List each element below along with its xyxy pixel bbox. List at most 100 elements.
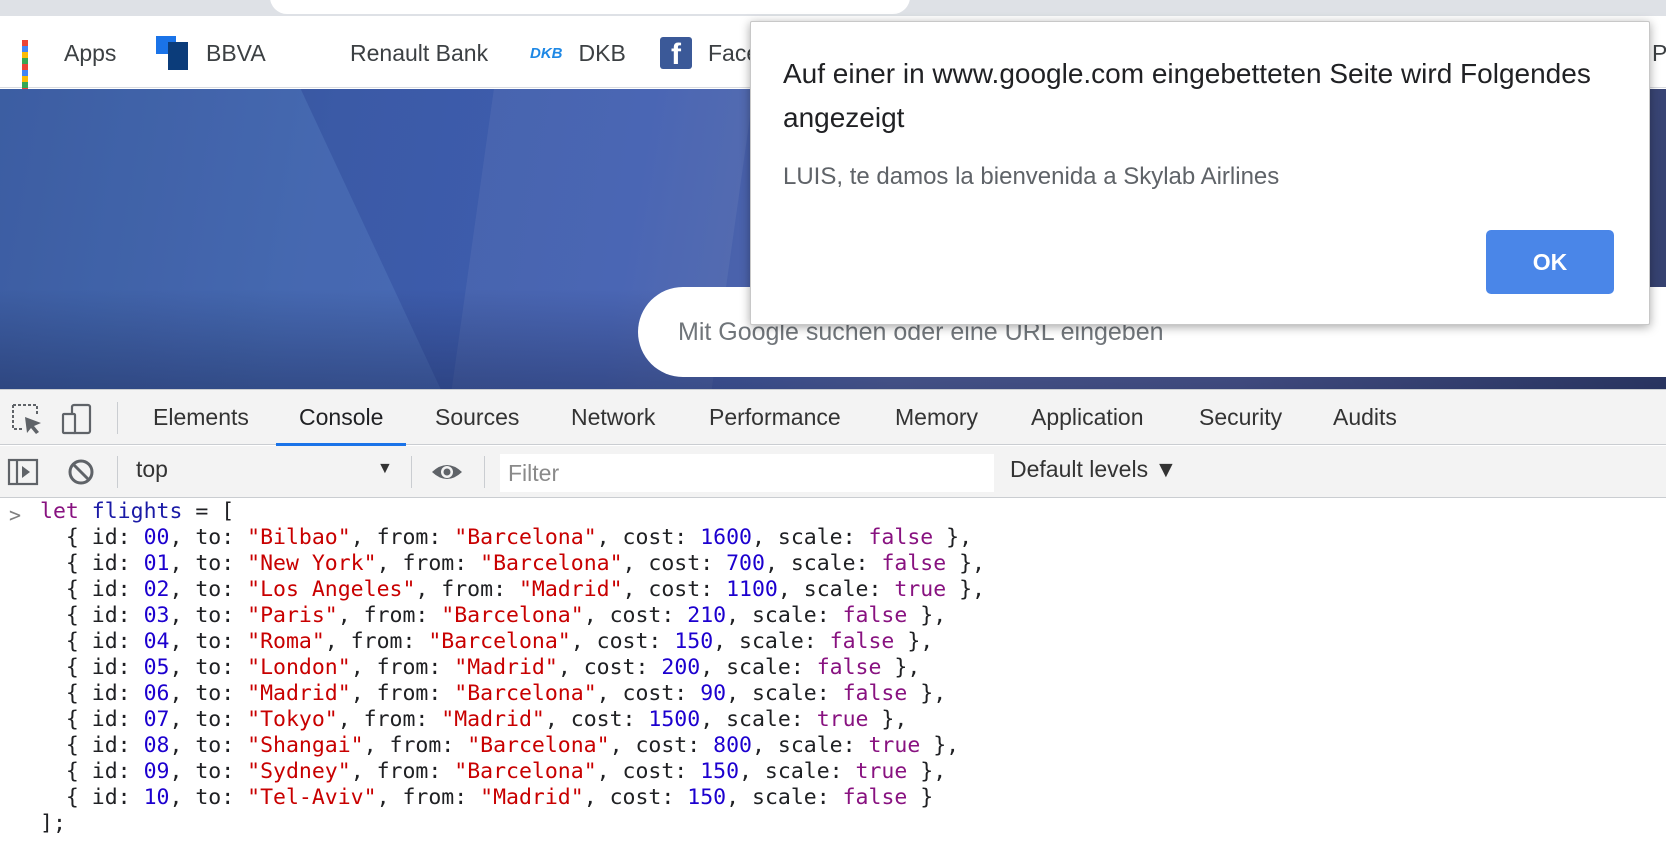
tab-application[interactable]: Application	[1008, 390, 1167, 445]
flight-cost: 90	[700, 681, 727, 706]
code-punctuation: , cost:	[570, 629, 675, 654]
flight-from: "Madrid"	[480, 785, 584, 810]
show-sidebar-icon[interactable]	[6, 455, 40, 489]
flight-from: "Barcelona"	[441, 603, 584, 628]
flight-cost: 1600	[700, 525, 752, 550]
code-punctuation: , cost:	[622, 551, 727, 576]
context-dropdown-arrow-icon[interactable]: ▼	[377, 460, 393, 478]
tab-performance[interactable]: Performance	[686, 390, 864, 445]
code-punctuation: },	[894, 629, 934, 654]
code-punctuation: , scale:	[764, 551, 882, 576]
tab-network[interactable]: Network	[548, 390, 678, 445]
flight-to: "Shangai"	[247, 733, 364, 758]
devtools-tabs-bar: Elements Console Sources Network Perform…	[0, 390, 1666, 446]
flight-id: 06	[143, 681, 170, 706]
code-punctuation: , cost:	[596, 681, 701, 706]
code-punctuation: , to:	[169, 759, 248, 784]
code-punctuation: , cost:	[557, 655, 662, 680]
code-punctuation: { id:	[40, 681, 144, 706]
dkb-icon: DKB	[530, 44, 563, 62]
bookmark-bbva[interactable]: BBVA	[156, 36, 266, 70]
code-punctuation: , from:	[376, 785, 481, 810]
flight-cost: 150	[687, 785, 727, 810]
context-selector[interactable]: top	[136, 456, 168, 483]
code-punctuation: , to:	[169, 733, 248, 758]
bookmark-label: Apps	[64, 39, 117, 66]
ok-button[interactable]: OK	[1486, 230, 1614, 294]
code-punctuation: , scale:	[726, 603, 843, 628]
bookmark-renault-bank[interactable]: Renault Bank	[300, 38, 488, 68]
flight-from: "Barcelona"	[480, 551, 623, 576]
console-toolbar: top ▼ Default levels ▼	[0, 446, 1666, 498]
flight-id: 08	[143, 733, 170, 758]
clear-console-icon[interactable]	[64, 455, 98, 489]
flight-from: "Madrid"	[454, 655, 558, 680]
devtools-panel: Elements Console Sources Network Perform…	[0, 389, 1666, 846]
code-punctuation: , scale:	[751, 733, 869, 758]
code-punctuation: , from:	[415, 577, 519, 602]
code-punctuation: },	[868, 707, 908, 732]
flight-to: "Tokyo"	[247, 707, 338, 732]
bookmark-facebook[interactable]: f Face	[660, 37, 759, 69]
omnibox[interactable]	[270, 0, 910, 14]
flight-cost: 200	[661, 655, 701, 680]
code-punctuation: },	[946, 551, 986, 576]
flight-to: "New York"	[247, 551, 377, 576]
flight-cost: 1500	[648, 707, 701, 732]
default-levels-dropdown[interactable]: Default levels ▼	[1010, 456, 1177, 483]
flight-scale: true	[868, 733, 921, 758]
code-punctuation: , cost:	[544, 707, 649, 732]
dialog-title: Auf einer in www.google.com eingebettete…	[783, 58, 1591, 133]
code-punctuation: , cost:	[622, 577, 727, 602]
alert-dialog: Auf einer in www.google.com eingebettete…	[750, 21, 1650, 325]
tab-console[interactable]: Console	[276, 390, 407, 446]
device-toolbar-icon[interactable]	[60, 402, 94, 436]
bookmark-overflow[interactable]: P	[1652, 38, 1666, 68]
flight-entry: { id: 00, to: "Bilbao", from: "Barcelona…	[40, 525, 985, 551]
flight-to: "London"	[247, 655, 351, 680]
flight-to: "Bilbao"	[247, 525, 351, 550]
code-punctuation: , from:	[324, 629, 429, 654]
code-punctuation: , from:	[337, 603, 442, 628]
flight-id: 05	[143, 655, 170, 680]
code-punctuation: , to:	[169, 785, 248, 810]
flight-entry: { id: 07, to: "Tokyo", from: "Madrid", c…	[40, 707, 985, 733]
code-punctuation: , to:	[169, 707, 248, 732]
code-punctuation: , scale:	[726, 681, 843, 706]
flight-entry: { id: 09, to: "Sydney", from: "Barcelona…	[40, 759, 985, 785]
flight-to: "Tel-Aviv"	[247, 785, 377, 810]
flight-entry: { id: 02, to: "Los Angeles", from: "Madr…	[40, 577, 985, 603]
code-punctuation: , to:	[169, 577, 248, 602]
flight-scale: false	[842, 681, 908, 706]
flight-id: 07	[143, 707, 170, 732]
bookmark-label: Renault Bank	[350, 39, 489, 66]
eye-icon[interactable]	[430, 455, 464, 489]
code-punctuation: },	[907, 603, 947, 628]
tab-security[interactable]: Security	[1176, 390, 1305, 445]
inspect-element-icon[interactable]	[10, 402, 44, 436]
flight-scale: false	[881, 551, 947, 576]
flight-to: "Madrid"	[247, 681, 351, 706]
code-punctuation: , to:	[169, 681, 248, 706]
code-punctuation: },	[881, 655, 921, 680]
flight-id: 02	[143, 577, 170, 602]
flight-scale: false	[868, 525, 934, 550]
code-punctuation: , scale:	[739, 759, 856, 784]
filter-input[interactable]	[500, 454, 994, 492]
flight-id: 00	[143, 525, 170, 550]
browser-tab-strip	[0, 0, 1666, 16]
tab-memory[interactable]: Memory	[872, 390, 1001, 445]
tab-elements[interactable]: Elements	[130, 390, 272, 445]
bookmark-apps[interactable]: Apps	[22, 38, 117, 94]
tab-sources[interactable]: Sources	[412, 390, 542, 445]
code-punctuation: , to:	[169, 603, 248, 628]
code-punctuation: , scale:	[700, 655, 817, 680]
flight-entry: { id: 05, to: "London", from: "Madrid", …	[40, 655, 985, 681]
code-punctuation: { id:	[40, 629, 144, 654]
tab-audits[interactable]: Audits	[1310, 390, 1420, 445]
code-punctuation: , scale:	[751, 525, 869, 550]
flight-scale: true	[855, 759, 908, 784]
bookmark-dkb[interactable]: DKB DKB	[530, 38, 626, 68]
code-punctuation: = [	[182, 499, 235, 524]
